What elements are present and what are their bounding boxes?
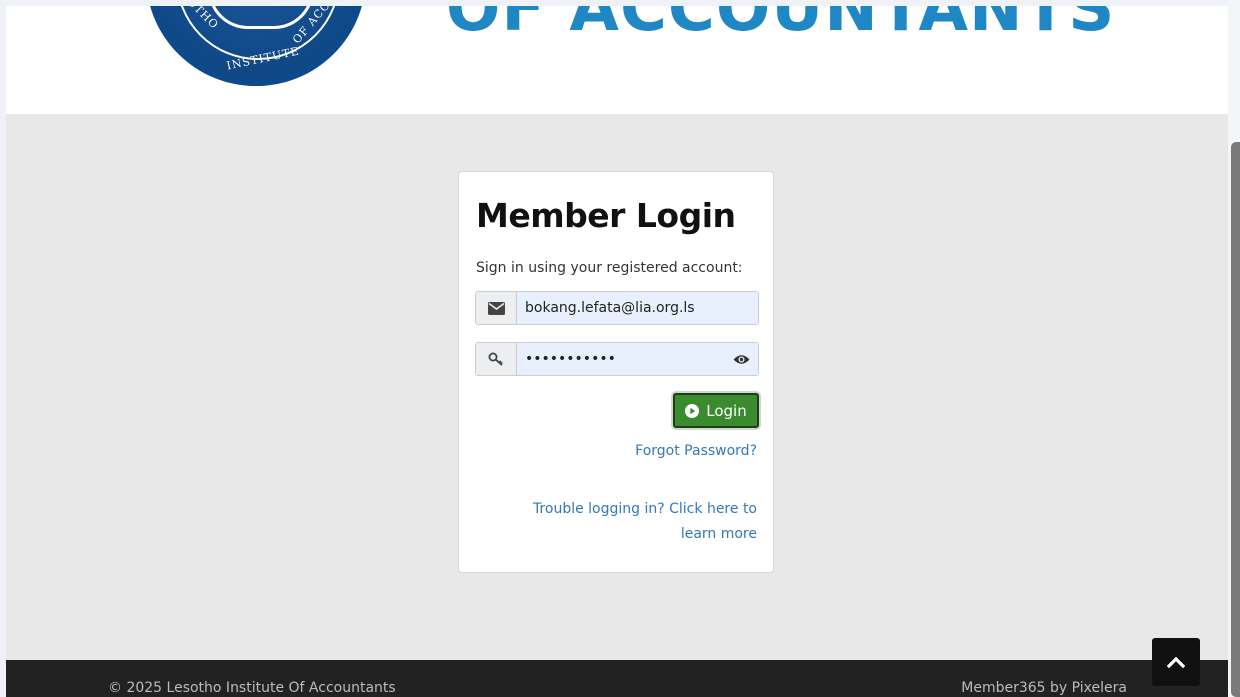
email-input-group: [475, 291, 759, 325]
page: SOTHO INSTITUTE OF ACC OF ACCOUNTANTS Me…: [6, 6, 1228, 697]
password-visibility-toggle[interactable]: [724, 343, 758, 375]
password-addon: [476, 343, 517, 375]
back-to-top-button[interactable]: [1152, 638, 1200, 686]
logo-seal[interactable]: SOTHO INSTITUTE OF ACC: [146, 6, 366, 86]
login-button[interactable]: Login: [673, 393, 759, 428]
forgot-password-link[interactable]: Forgot Password?: [635, 439, 757, 464]
play-circle-icon: [685, 403, 700, 418]
password-input-group: [475, 342, 759, 376]
trouble-logging-in-link[interactable]: Trouble logging in? Click here to learn …: [497, 497, 757, 547]
password-field[interactable]: [517, 343, 724, 375]
footer-copyright: © 2025 Lesotho Institute Of Accountants: [108, 680, 396, 696]
login-subtitle: Sign in using your registered account:: [476, 260, 743, 276]
key-icon: [488, 352, 503, 366]
site-header: SOTHO INSTITUTE OF ACC OF ACCOUNTANTS: [6, 6, 1228, 114]
email-field[interactable]: [517, 292, 758, 324]
envelope-icon: [487, 301, 505, 315]
scrollbar-thumb[interactable]: [1231, 142, 1240, 697]
site-footer: © 2025 Lesotho Institute Of Accountants …: [6, 660, 1228, 697]
logo-wordmark[interactable]: OF ACCOUNTANTS: [446, 6, 1115, 46]
chevron-up-icon: [1167, 656, 1185, 668]
eye-icon: [733, 354, 749, 364]
footer-credit: Member365 by Pixelera: [961, 680, 1127, 696]
login-card: Member Login Sign in using your register…: [458, 171, 774, 573]
login-button-label: Login: [706, 401, 747, 420]
page-title: Member Login: [476, 196, 736, 235]
email-addon: [476, 292, 517, 324]
